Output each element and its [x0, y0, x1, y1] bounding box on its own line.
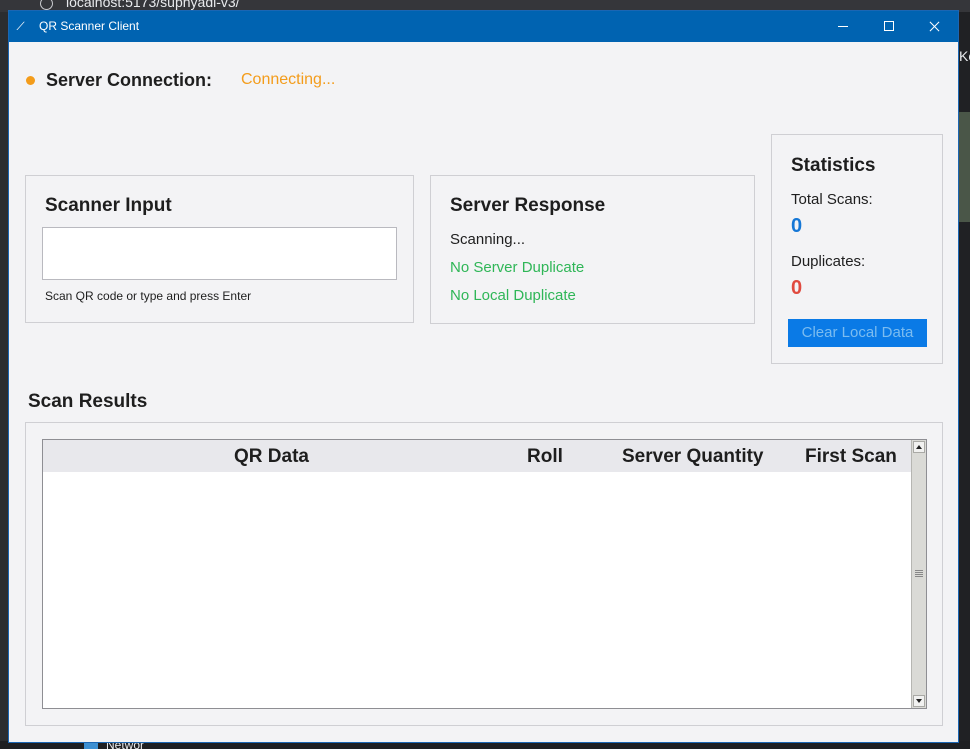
column-header-server-quantity[interactable]: Server Quantity	[622, 446, 764, 468]
total-scans-value: 0	[791, 215, 803, 237]
duplicates-label: Duplicates:	[791, 253, 866, 270]
connection-label: Server Connection:	[46, 70, 213, 90]
scan-results-panel: QR Data Roll Server Quantity First Scan	[25, 422, 943, 726]
clear-local-data-button[interactable]: Clear Local Data	[788, 319, 927, 347]
statistics-title: Statistics	[791, 155, 876, 176]
app-window: ⁄ QR Scanner Client Server Connection: C…	[9, 11, 958, 742]
column-header-roll[interactable]: Roll	[527, 446, 563, 468]
taskbar: Networ	[0, 741, 970, 749]
scanner-input-panel: Scanner Input Scan QR code or type and p…	[25, 175, 414, 323]
background-edge-label: Ke	[959, 48, 970, 64]
server-response-panel: Server Response Scanning... No Server Du…	[430, 175, 755, 324]
connection-status-dot	[26, 76, 35, 85]
close-button[interactable]	[912, 11, 958, 42]
connection-status: Connecting...	[241, 71, 336, 88]
scan-results-title: Scan Results	[28, 391, 148, 412]
column-header-qr-data[interactable]: QR Data	[234, 446, 309, 468]
info-icon	[40, 0, 53, 10]
scroll-grip-icon[interactable]	[915, 570, 923, 577]
server-duplicate-status: No Server Duplicate	[450, 259, 585, 276]
scroll-down-arrow-icon[interactable]	[913, 695, 925, 707]
maximize-button[interactable]	[866, 11, 912, 42]
scan-input[interactable]	[42, 227, 397, 280]
browser-url: localhost:5173/suphyadi-v3/	[66, 0, 240, 10]
background-edge: Ke	[958, 12, 970, 749]
scroll-up-arrow-icon[interactable]	[913, 441, 925, 453]
statistics-panel: Statistics Total Scans: 0 Duplicates: 0 …	[771, 134, 943, 364]
table-header: QR Data Roll Server Quantity First Scan	[43, 440, 911, 472]
results-table[interactable]: QR Data Roll Server Quantity First Scan	[42, 439, 927, 709]
local-duplicate-status: No Local Duplicate	[450, 287, 576, 304]
minimize-button[interactable]	[820, 11, 866, 42]
server-response-title: Server Response	[450, 195, 606, 216]
scanner-input-title: Scanner Input	[45, 195, 172, 216]
column-header-first-scan[interactable]: First Scan	[805, 446, 897, 468]
scan-status-text: Scanning...	[450, 231, 526, 248]
feather-icon: ⁄	[18, 19, 24, 33]
vertical-scrollbar[interactable]	[911, 440, 926, 708]
network-icon	[84, 741, 98, 749]
background-thumbnail	[959, 112, 970, 222]
window-title: QR Scanner Client	[39, 19, 140, 33]
title-bar[interactable]: ⁄ QR Scanner Client	[9, 11, 958, 42]
duplicates-value: 0	[791, 277, 803, 299]
total-scans-label: Total Scans:	[791, 191, 873, 208]
scan-hint: Scan QR code or type and press Enter	[45, 289, 252, 303]
taskbar-label: Networ	[106, 741, 145, 749]
